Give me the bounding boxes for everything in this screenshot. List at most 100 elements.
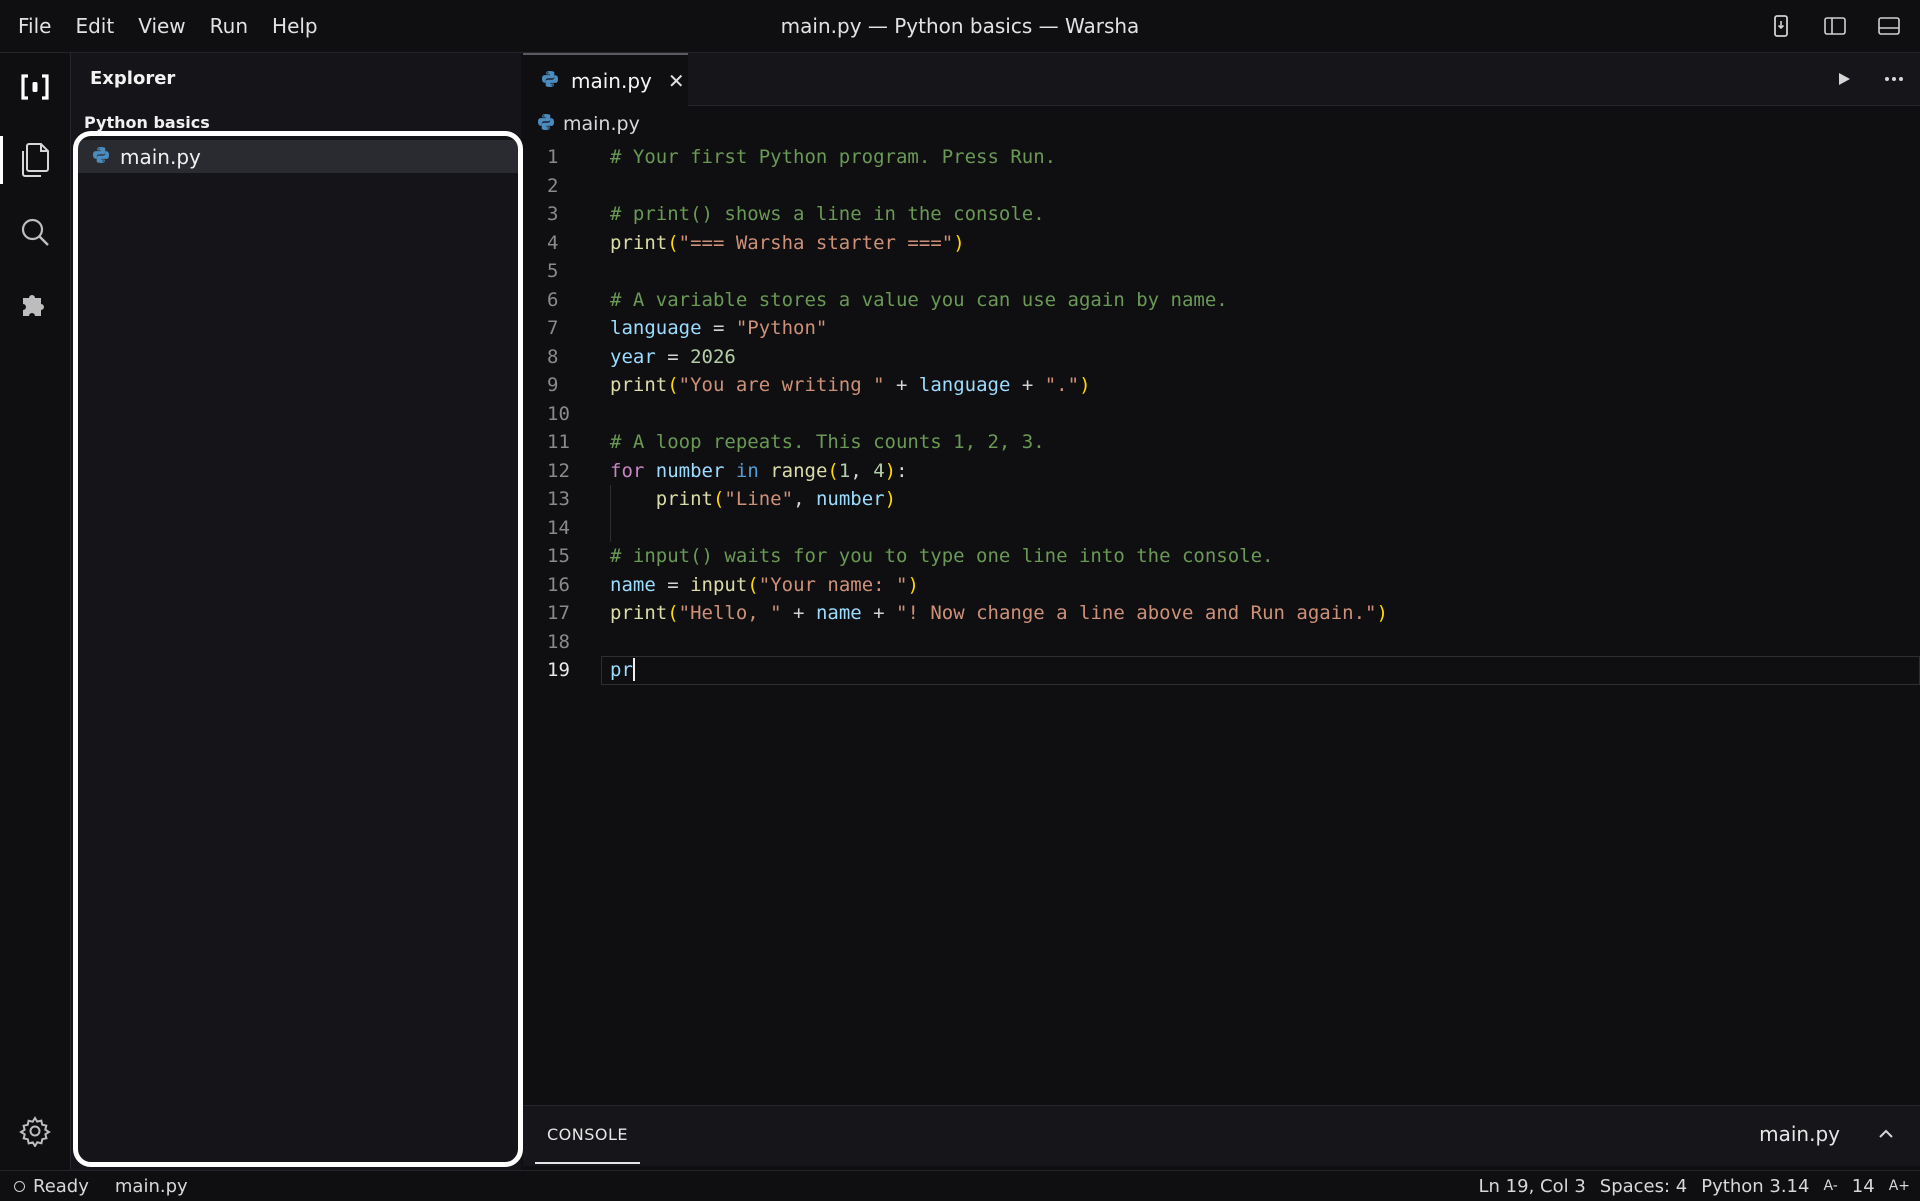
indent-guide [610,513,611,542]
code-line[interactable]: 10 [523,400,1920,429]
cursor-position[interactable]: Ln 19, Col 3 [1479,1176,1586,1197]
editor-tab-bar: main.py ✕ [523,53,1920,106]
font-increase-button[interactable]: A+ [1889,1178,1910,1194]
text-cursor [632,658,635,681]
code-line[interactable]: 9 print("You are writing " + language + "… [523,371,1920,400]
code-token: "Python" [735,317,828,339]
code-token: ) [1079,374,1091,396]
code-token: for [610,459,645,482]
code-token: "! Now change a line above and Run again… [896,602,1377,624]
line-number: 14 [547,516,570,539]
line-number: 2 [547,174,559,197]
code-token: print [610,602,668,624]
toggle-sidebar-icon[interactable] [1818,9,1852,43]
code-token: print [655,488,713,510]
code-line[interactable]: 14 [523,513,1920,542]
code-line[interactable]: 8 year = 2026 [523,343,1920,372]
code-token: = [701,317,736,339]
code-token: print [610,374,668,396]
line-number: 7 [547,317,559,339]
code-line[interactable]: 1 # Your first Python program. Press Run. [523,143,1920,172]
activity-bar [0,53,71,1170]
menu-file[interactable]: File [0,0,63,52]
line-number: 13 [547,488,570,510]
breadcrumb-file[interactable]: main.py [563,113,640,135]
menu-view[interactable]: View [126,0,197,52]
code-line[interactable]: 19 pr [523,656,1920,685]
file-item-main-py[interactable]: main.py [74,140,520,173]
code-token: "Line" [724,488,794,510]
code-line[interactable]: 2 [523,172,1920,201]
run-icon[interactable] [1830,65,1858,93]
project-name[interactable]: Python basics [84,113,210,132]
code-line[interactable]: 5 [523,257,1920,286]
line-number: 19 [547,659,570,681]
line-source: # print() shows a line in the console. [610,200,1045,229]
code-line[interactable]: 15 # input() waits for you to type one li… [523,542,1920,571]
font-decrease-button[interactable]: A- [1823,1178,1837,1194]
menu-edit[interactable]: Edit [63,0,126,52]
code-token: print [610,231,668,254]
gear-icon[interactable] [0,1101,70,1161]
line-number: 12 [547,459,570,482]
close-icon[interactable]: ✕ [668,71,685,91]
code-line[interactable]: 11 # A loop repeats. This counts 1, 2, 3. [523,428,1920,457]
code-token: ( [667,374,679,396]
code-line[interactable]: 17 print("Hello, " + name + "! Now change… [523,599,1920,628]
chevron-up-icon[interactable] [1872,1120,1900,1148]
language-mode[interactable]: Python 3.14 [1701,1176,1809,1197]
code-token: "=== Warsha starter ===" [678,231,954,254]
logo-icon[interactable] [0,57,70,117]
code-token: 4 [873,459,885,482]
status-indicator-icon [14,1180,25,1192]
status-state: Ready [33,1175,89,1197]
title-actions [1764,0,1906,52]
extensions-icon[interactable] [0,274,70,334]
line-source: name = input("Your name: ") [610,571,919,600]
toggle-panel-icon[interactable] [1872,9,1906,43]
line-source: print("Line", number) [610,485,896,514]
code-token: ( [667,602,679,624]
line-number: 15 [547,545,570,567]
code-line[interactable]: 4 print("=== Warsha starter ===") [523,229,1920,258]
code-token: "You are writing " [678,374,885,396]
code-line[interactable]: 6 # A variable stores a value you can use… [523,286,1920,315]
code-line[interactable]: 18 [523,628,1920,657]
code-token: # input() waits for you to type one line… [610,545,1274,567]
menu-run[interactable]: Run [198,0,260,52]
menu-help[interactable]: Help [260,0,330,52]
code-editor[interactable]: 1 # Your first Python program. Press Run.… [523,143,1920,685]
code-token: + [781,602,816,624]
device-icon[interactable] [1764,9,1798,43]
line-number: 1 [547,146,559,168]
code-line[interactable]: 7 language = "Python" [523,314,1920,343]
line-number: 16 [547,573,570,596]
console-panel: CONSOLE main.py [523,1105,1920,1166]
line-number: 5 [547,260,559,282]
line-number: 18 [547,630,570,653]
explorer-title: Explorer [90,68,176,89]
code-token: ) [1376,602,1388,624]
code-token: ) [953,231,965,254]
code-token: language [918,374,1011,396]
more-icon[interactable] [1880,65,1908,93]
code-token: "." [1044,374,1080,396]
python-file-icon [541,70,559,92]
indentation[interactable]: Spaces: 4 [1600,1176,1687,1197]
line-source: for number in range(1, 4): [610,457,908,486]
code-token: "Hello, " [678,602,782,624]
line-number: 3 [547,203,559,225]
code-line[interactable]: 16 name = input("Your name: ") [523,571,1920,600]
code-token: ( [827,459,839,482]
search-icon[interactable] [0,202,70,262]
code-line[interactable]: 13 print("Line", number) [523,485,1920,514]
code-line[interactable]: 12 for number in range(1, 4): [523,457,1920,486]
files-icon[interactable] [0,130,70,190]
code-token: "Your name: " [758,573,908,596]
tab-main-py[interactable]: main.py ✕ [523,53,688,106]
file-label: main.py [120,144,201,169]
code-line[interactable]: 3 # print() shows a line in the console. [523,200,1920,229]
tab-console[interactable]: CONSOLE [535,1106,641,1164]
